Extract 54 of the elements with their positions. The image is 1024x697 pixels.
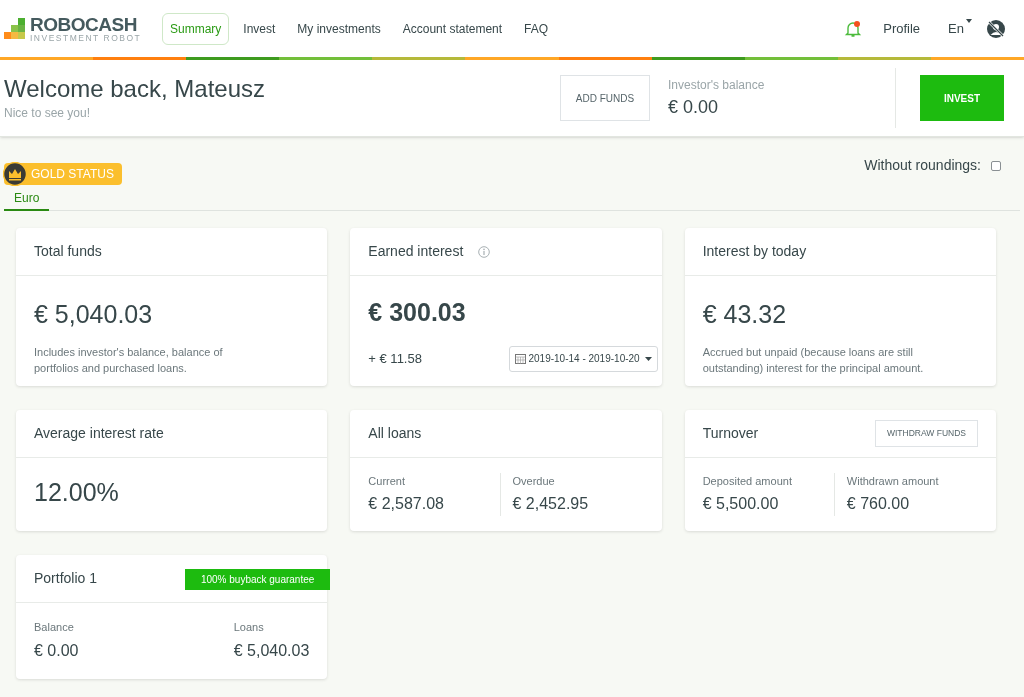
language-dropdown[interactable]: En [948, 18, 972, 39]
card-title: Portfolio 1 [34, 569, 98, 588]
card-title: Earned interest [368, 242, 464, 261]
nav-tab[interactable]: Account statement [394, 12, 511, 45]
crown-icon [3, 162, 27, 186]
card-title: All loans [368, 424, 422, 443]
item-label: Current [368, 473, 406, 489]
item-label: Withdrawn amount [846, 473, 940, 489]
card-title: Interest by today [702, 242, 807, 261]
user-hidden-icon[interactable] [986, 18, 1006, 39]
item-value: € 0.00 [34, 640, 80, 661]
rate-value: 12.00% [34, 476, 120, 508]
date-range-dropdown[interactable]: 2019-10-14 - 2019-10-20 [509, 345, 658, 372]
item-value: € 5,040.03 [233, 640, 310, 661]
welcome-subtitle: Nice to see you! [4, 105, 92, 122]
nav-tab[interactable]: Invest [235, 12, 284, 45]
caret-icon [966, 18, 972, 23]
info-icon[interactable] [478, 245, 491, 258]
without-roundings-label: Without roundings: [864, 156, 981, 175]
card-title: Turnover [702, 424, 759, 443]
logo-tagline: INVESTMENT ROBOT [30, 33, 142, 43]
card-note: Includes investor's balance, balance of portfolios and purchased loans. [34, 344, 224, 376]
logo-name: ROBOCASH [30, 14, 139, 34]
item-label: Loans [233, 620, 264, 636]
item-value: € 2,587.08 [368, 494, 445, 515]
amount-value: € 5,040.03 [34, 299, 154, 330]
calendar-icon [515, 353, 527, 364]
nav-tab[interactable]: Summary [162, 12, 230, 45]
without-roundings-checkbox[interactable] [991, 160, 1001, 171]
item-value: € 5,500.00 [702, 494, 780, 515]
guarantee-badge: 100% buyback guarantee [184, 569, 331, 590]
profile-link[interactable]: Profile [883, 18, 921, 39]
item-value: € 2,452.95 [512, 494, 590, 515]
amount-value: € 300.03 [368, 297, 467, 328]
item-label: Overdue [512, 473, 556, 489]
nav-tab[interactable]: FAQ [516, 12, 557, 45]
welcome-title: Welcome back, Mateusz [4, 74, 265, 104]
change-value: + € 11.58 [368, 349, 422, 368]
caret-icon [644, 356, 652, 361]
item-value: € 760.00 [846, 494, 911, 515]
balance-value: € 0.00 [668, 95, 720, 119]
amount-value: € 43.32 [702, 299, 788, 330]
add-funds-button[interactable]: ADD FUNDS [560, 75, 650, 121]
card-title: Average interest rate [34, 424, 164, 443]
status-badge: GOLD STATUS [4, 163, 122, 185]
card-note: Accrued but unpaid (because loans are still outstanding) interest for the principal amount. [702, 344, 925, 376]
balance-label: Investor's balance [668, 76, 766, 94]
nav-tab[interactable]: My investments [289, 12, 389, 45]
card-title: Total funds [34, 242, 102, 261]
currency-tab[interactable]: Euro [4, 189, 50, 211]
logo-icon [4, 17, 26, 40]
item-label: Balance [34, 620, 75, 636]
withdraw-funds-button[interactable]: WITHDRAW FUNDS [875, 420, 978, 447]
item-label: Deposited amount [702, 473, 793, 489]
